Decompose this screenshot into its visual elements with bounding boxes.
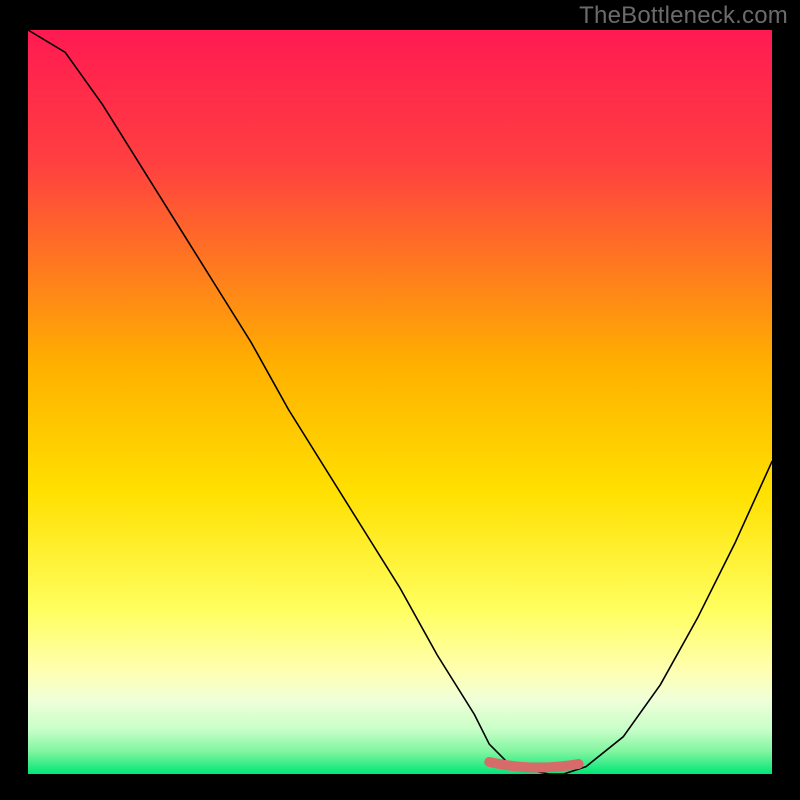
chart-svg (28, 30, 772, 774)
plot-area (28, 30, 772, 774)
chart-frame: TheBottleneck.com (0, 0, 800, 800)
optimum-flat-segment (489, 762, 578, 768)
gradient-background (28, 30, 772, 774)
attribution-text: TheBottleneck.com (579, 2, 788, 30)
